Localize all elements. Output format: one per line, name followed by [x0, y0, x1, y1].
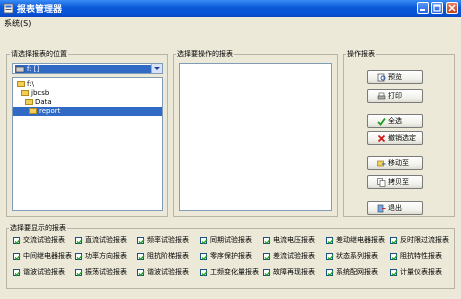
close-icon	[448, 4, 456, 12]
print-icon	[377, 92, 386, 100]
exit-button[interactable]: 退出	[367, 201, 423, 215]
report-select-group-label: 选择要操作的报表	[176, 50, 234, 58]
menu-bar: 系统(S)	[0, 17, 461, 28]
title-bar[interactable]: 报表管理器	[0, 0, 461, 17]
checkbox-checked-icon	[326, 269, 334, 277]
directory-tree[interactable]: f:\ jbcsb Data report	[12, 77, 163, 211]
checkbox-checked-icon	[263, 269, 271, 277]
report-types-group-label: 选择要显示的报表	[9, 224, 67, 232]
report-type-label: 谐波试验报表	[23, 268, 65, 276]
checkbox-checked-icon	[13, 253, 21, 261]
report-type-label: 故障再现报表	[273, 268, 315, 276]
report-type-label: 反时限过流报表	[400, 236, 449, 244]
report-type-label: 同期试验报表	[210, 236, 252, 244]
drive-select[interactable]: f: []	[12, 63, 163, 74]
checkbox-checked-icon	[75, 269, 83, 277]
chevron-down-icon	[154, 67, 160, 70]
checkmark-icon	[377, 117, 386, 126]
drive-icon	[16, 66, 25, 73]
checkbox-checked-icon	[13, 269, 21, 277]
report-type-label: 状态系列报表	[336, 252, 378, 260]
checkbox-checked-icon	[263, 253, 271, 261]
checkbox-checked-icon	[200, 253, 208, 261]
checkbox-checked-icon	[137, 237, 145, 245]
folder-open-icon	[21, 90, 29, 96]
checkbox-checked-icon	[263, 237, 271, 245]
copy-icon	[377, 178, 386, 187]
checkbox-checked-icon	[390, 253, 398, 261]
report-type-label: 阻抗特性报表	[400, 252, 442, 260]
tree-item[interactable]: jbcsb	[21, 89, 49, 98]
drive-dropdown-button[interactable]	[151, 64, 162, 73]
move-icon	[377, 160, 386, 167]
select-all-button[interactable]: 全选	[367, 114, 423, 128]
exit-icon	[377, 204, 386, 213]
tree-item[interactable]: f:\	[17, 80, 34, 89]
tree-item-selected[interactable]: report	[13, 107, 162, 116]
checkbox-checked-icon	[326, 253, 334, 261]
checkbox-checked-icon	[137, 253, 145, 261]
report-type-label: 电流电压报表	[273, 236, 315, 244]
report-type-label: 频率试验报表	[147, 236, 189, 244]
checkbox-checked-icon	[75, 237, 83, 245]
report-type-label: 计量仪表报表	[400, 268, 442, 276]
app-icon	[3, 3, 14, 14]
report-type-label: 中间继电器报表	[23, 252, 72, 260]
window-title: 报表管理器	[17, 5, 63, 15]
report-manager-window: 报表管理器 系统(S) 请选择报表的位置 f: [] f:\ jbcsb Dat…	[0, 0, 461, 299]
checkbox-checked-icon	[200, 269, 208, 277]
minimize-icon	[420, 9, 425, 11]
report-type-label: 零序保护报表	[210, 252, 252, 260]
checkbox-checked-icon	[137, 269, 145, 277]
report-type-label: 谐波试验报表	[147, 268, 189, 276]
preview-button[interactable]: 预览	[367, 70, 423, 84]
location-group-label: 请选择报表的位置	[10, 50, 68, 58]
folder-open-icon	[25, 99, 33, 105]
report-type-label: 直流试验报表	[85, 236, 127, 244]
checkbox-checked-icon	[390, 269, 398, 277]
preview-icon	[377, 73, 386, 82]
print-button[interactable]: 打印	[367, 89, 423, 103]
report-type-label: 差流试验报表	[273, 252, 315, 260]
minimize-button[interactable]	[417, 2, 429, 14]
report-type-label: 振荡试验报表	[85, 268, 127, 276]
menu-system[interactable]: 系统(S)	[4, 18, 31, 29]
checkbox-checked-icon	[200, 237, 208, 245]
maximize-button[interactable]	[431, 2, 443, 14]
report-type-label: 交流试验报表	[23, 236, 65, 244]
red-x-icon	[377, 134, 386, 143]
checkbox-checked-icon	[13, 237, 21, 245]
report-type-label: 功率方向报表	[85, 252, 127, 260]
move-to-button[interactable]: 移动至	[367, 156, 423, 170]
report-type-label: 差动继电器报表	[336, 236, 385, 244]
checkbox-checked-icon	[75, 253, 83, 261]
maximize-icon	[433, 4, 441, 12]
checkbox-checked-icon	[390, 237, 398, 245]
operations-group-label: 操作报表	[346, 50, 376, 58]
folder-open-icon	[17, 81, 25, 87]
tree-item[interactable]: Data	[25, 98, 52, 107]
report-type-label: 阻抗阶梯报表	[147, 252, 189, 260]
report-listbox[interactable]	[179, 63, 332, 211]
report-type-label: 工频变化量报表	[210, 268, 259, 276]
deselect-button[interactable]: 撤销选定	[367, 131, 423, 145]
close-button[interactable]	[446, 2, 458, 14]
drive-select-value: f: []	[15, 65, 155, 73]
copy-to-button[interactable]: 拷贝至	[367, 175, 423, 189]
checkbox-checked-icon	[326, 237, 334, 245]
report-type-label: 系统配网报表	[336, 268, 378, 276]
folder-open-icon	[29, 108, 37, 114]
